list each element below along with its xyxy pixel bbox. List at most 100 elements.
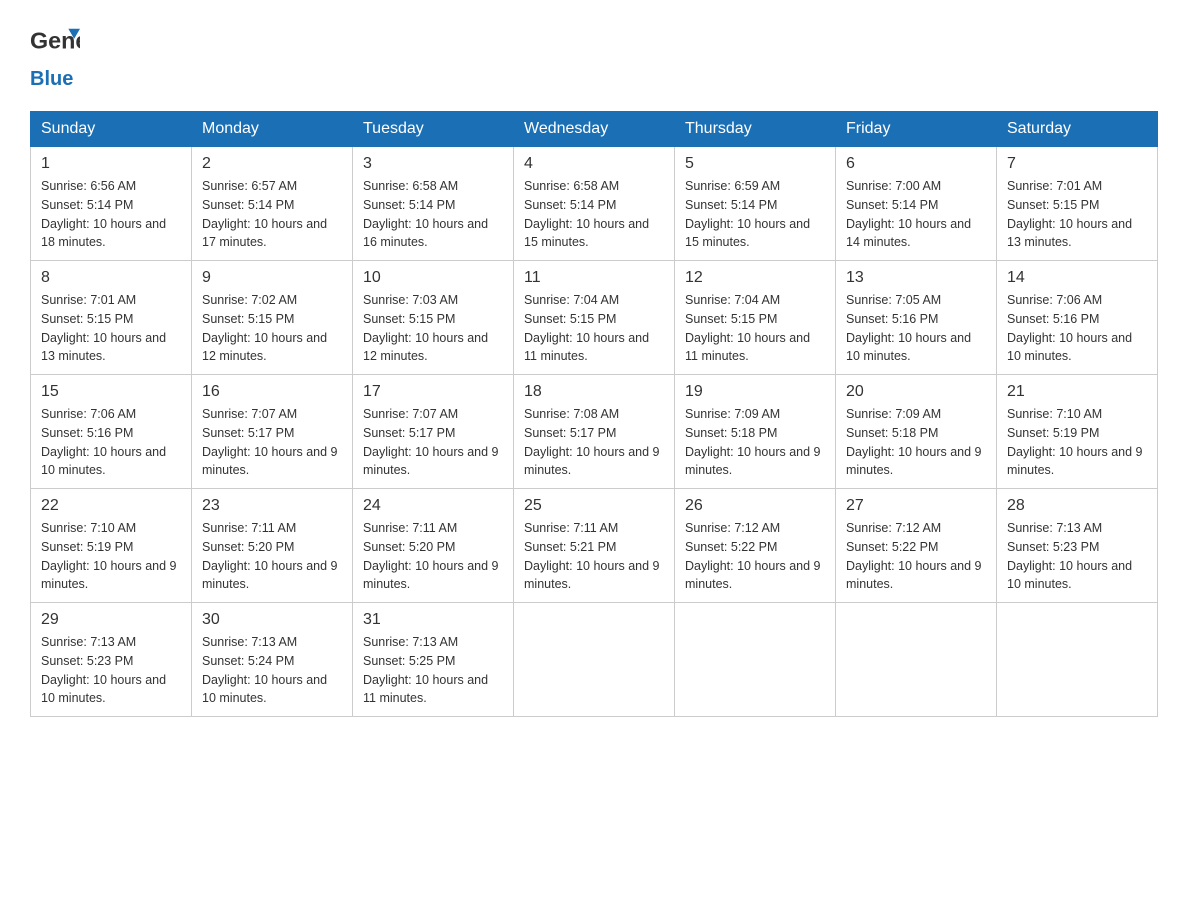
day-number: 20 bbox=[846, 383, 986, 401]
day-cell: 17 Sunrise: 7:07 AM Sunset: 5:17 PM Dayl… bbox=[353, 375, 514, 489]
day-cell: 31 Sunrise: 7:13 AM Sunset: 5:25 PM Dayl… bbox=[353, 603, 514, 717]
day-info: Sunrise: 7:03 AM Sunset: 5:15 PM Dayligh… bbox=[363, 291, 503, 366]
week-row-2: 8 Sunrise: 7:01 AM Sunset: 5:15 PM Dayli… bbox=[31, 261, 1158, 375]
day-number: 23 bbox=[202, 497, 342, 515]
day-info: Sunrise: 6:59 AM Sunset: 5:14 PM Dayligh… bbox=[685, 177, 825, 252]
day-info: Sunrise: 6:57 AM Sunset: 5:14 PM Dayligh… bbox=[202, 177, 342, 252]
day-number: 12 bbox=[685, 269, 825, 287]
day-info: Sunrise: 7:05 AM Sunset: 5:16 PM Dayligh… bbox=[846, 291, 986, 366]
day-info: Sunrise: 7:06 AM Sunset: 5:16 PM Dayligh… bbox=[41, 405, 181, 480]
day-info: Sunrise: 6:58 AM Sunset: 5:14 PM Dayligh… bbox=[524, 177, 664, 252]
logo-icon: General bbox=[30, 20, 80, 70]
day-cell: 24 Sunrise: 7:11 AM Sunset: 5:20 PM Dayl… bbox=[353, 489, 514, 603]
week-row-3: 15 Sunrise: 7:06 AM Sunset: 5:16 PM Dayl… bbox=[31, 375, 1158, 489]
days-header-row: SundayMondayTuesdayWednesdayThursdayFrid… bbox=[31, 112, 1158, 147]
day-cell: 4 Sunrise: 6:58 AM Sunset: 5:14 PM Dayli… bbox=[514, 147, 675, 261]
day-cell: 25 Sunrise: 7:11 AM Sunset: 5:21 PM Dayl… bbox=[514, 489, 675, 603]
header-tuesday: Tuesday bbox=[353, 112, 514, 147]
day-cell: 13 Sunrise: 7:05 AM Sunset: 5:16 PM Dayl… bbox=[836, 261, 997, 375]
day-cell: 21 Sunrise: 7:10 AM Sunset: 5:19 PM Dayl… bbox=[997, 375, 1158, 489]
day-cell: 20 Sunrise: 7:09 AM Sunset: 5:18 PM Dayl… bbox=[836, 375, 997, 489]
week-row-4: 22 Sunrise: 7:10 AM Sunset: 5:19 PM Dayl… bbox=[31, 489, 1158, 603]
day-info: Sunrise: 7:11 AM Sunset: 5:21 PM Dayligh… bbox=[524, 519, 664, 594]
header-wednesday: Wednesday bbox=[514, 112, 675, 147]
day-cell: 29 Sunrise: 7:13 AM Sunset: 5:23 PM Dayl… bbox=[31, 603, 192, 717]
day-number: 21 bbox=[1007, 383, 1147, 401]
day-cell: 6 Sunrise: 7:00 AM Sunset: 5:14 PM Dayli… bbox=[836, 147, 997, 261]
logo: General Blue bbox=[30, 20, 80, 91]
day-cell: 12 Sunrise: 7:04 AM Sunset: 5:15 PM Dayl… bbox=[675, 261, 836, 375]
day-cell: 8 Sunrise: 7:01 AM Sunset: 5:15 PM Dayli… bbox=[31, 261, 192, 375]
day-number: 6 bbox=[846, 155, 986, 173]
day-info: Sunrise: 7:09 AM Sunset: 5:18 PM Dayligh… bbox=[685, 405, 825, 480]
day-number: 31 bbox=[363, 611, 503, 629]
day-cell: 7 Sunrise: 7:01 AM Sunset: 5:15 PM Dayli… bbox=[997, 147, 1158, 261]
day-info: Sunrise: 7:01 AM Sunset: 5:15 PM Dayligh… bbox=[41, 291, 181, 366]
day-cell: 19 Sunrise: 7:09 AM Sunset: 5:18 PM Dayl… bbox=[675, 375, 836, 489]
day-cell: 27 Sunrise: 7:12 AM Sunset: 5:22 PM Dayl… bbox=[836, 489, 997, 603]
day-number: 4 bbox=[524, 155, 664, 173]
page-header: General Blue bbox=[30, 20, 1158, 91]
week-row-1: 1 Sunrise: 6:56 AM Sunset: 5:14 PM Dayli… bbox=[31, 147, 1158, 261]
day-info: Sunrise: 7:13 AM Sunset: 5:25 PM Dayligh… bbox=[363, 633, 503, 708]
day-cell bbox=[997, 603, 1158, 717]
day-info: Sunrise: 7:13 AM Sunset: 5:23 PM Dayligh… bbox=[1007, 519, 1147, 594]
day-number: 1 bbox=[41, 155, 181, 173]
day-info: Sunrise: 7:12 AM Sunset: 5:22 PM Dayligh… bbox=[846, 519, 986, 594]
day-number: 17 bbox=[363, 383, 503, 401]
day-info: Sunrise: 7:04 AM Sunset: 5:15 PM Dayligh… bbox=[524, 291, 664, 366]
day-number: 10 bbox=[363, 269, 503, 287]
day-cell: 1 Sunrise: 6:56 AM Sunset: 5:14 PM Dayli… bbox=[31, 147, 192, 261]
header-monday: Monday bbox=[192, 112, 353, 147]
day-number: 14 bbox=[1007, 269, 1147, 287]
day-number: 5 bbox=[685, 155, 825, 173]
day-cell: 26 Sunrise: 7:12 AM Sunset: 5:22 PM Dayl… bbox=[675, 489, 836, 603]
day-cell: 22 Sunrise: 7:10 AM Sunset: 5:19 PM Dayl… bbox=[31, 489, 192, 603]
day-number: 13 bbox=[846, 269, 986, 287]
day-number: 27 bbox=[846, 497, 986, 515]
day-cell: 3 Sunrise: 6:58 AM Sunset: 5:14 PM Dayli… bbox=[353, 147, 514, 261]
day-cell: 14 Sunrise: 7:06 AM Sunset: 5:16 PM Dayl… bbox=[997, 261, 1158, 375]
day-cell: 28 Sunrise: 7:13 AM Sunset: 5:23 PM Dayl… bbox=[997, 489, 1158, 603]
day-info: Sunrise: 7:13 AM Sunset: 5:23 PM Dayligh… bbox=[41, 633, 181, 708]
header-friday: Friday bbox=[836, 112, 997, 147]
day-number: 2 bbox=[202, 155, 342, 173]
day-cell: 15 Sunrise: 7:06 AM Sunset: 5:16 PM Dayl… bbox=[31, 375, 192, 489]
day-number: 29 bbox=[41, 611, 181, 629]
day-number: 28 bbox=[1007, 497, 1147, 515]
day-info: Sunrise: 7:10 AM Sunset: 5:19 PM Dayligh… bbox=[1007, 405, 1147, 480]
calendar-table: SundayMondayTuesdayWednesdayThursdayFrid… bbox=[30, 111, 1158, 717]
day-info: Sunrise: 7:02 AM Sunset: 5:15 PM Dayligh… bbox=[202, 291, 342, 366]
day-info: Sunrise: 7:09 AM Sunset: 5:18 PM Dayligh… bbox=[846, 405, 986, 480]
header-saturday: Saturday bbox=[997, 112, 1158, 147]
day-number: 7 bbox=[1007, 155, 1147, 173]
day-number: 30 bbox=[202, 611, 342, 629]
day-number: 26 bbox=[685, 497, 825, 515]
day-info: Sunrise: 7:07 AM Sunset: 5:17 PM Dayligh… bbox=[363, 405, 503, 480]
day-number: 15 bbox=[41, 383, 181, 401]
day-cell: 10 Sunrise: 7:03 AM Sunset: 5:15 PM Dayl… bbox=[353, 261, 514, 375]
day-cell: 18 Sunrise: 7:08 AM Sunset: 5:17 PM Dayl… bbox=[514, 375, 675, 489]
day-cell: 16 Sunrise: 7:07 AM Sunset: 5:17 PM Dayl… bbox=[192, 375, 353, 489]
day-cell bbox=[836, 603, 997, 717]
day-info: Sunrise: 7:10 AM Sunset: 5:19 PM Dayligh… bbox=[41, 519, 181, 594]
day-cell bbox=[675, 603, 836, 717]
day-cell: 2 Sunrise: 6:57 AM Sunset: 5:14 PM Dayli… bbox=[192, 147, 353, 261]
day-number: 25 bbox=[524, 497, 664, 515]
day-cell bbox=[514, 603, 675, 717]
day-number: 8 bbox=[41, 269, 181, 287]
day-number: 16 bbox=[202, 383, 342, 401]
day-number: 9 bbox=[202, 269, 342, 287]
header-thursday: Thursday bbox=[675, 112, 836, 147]
day-number: 24 bbox=[363, 497, 503, 515]
day-cell: 11 Sunrise: 7:04 AM Sunset: 5:15 PM Dayl… bbox=[514, 261, 675, 375]
day-info: Sunrise: 7:08 AM Sunset: 5:17 PM Dayligh… bbox=[524, 405, 664, 480]
day-info: Sunrise: 7:12 AM Sunset: 5:22 PM Dayligh… bbox=[685, 519, 825, 594]
day-info: Sunrise: 7:13 AM Sunset: 5:24 PM Dayligh… bbox=[202, 633, 342, 708]
day-cell: 9 Sunrise: 7:02 AM Sunset: 5:15 PM Dayli… bbox=[192, 261, 353, 375]
day-number: 18 bbox=[524, 383, 664, 401]
day-info: Sunrise: 6:58 AM Sunset: 5:14 PM Dayligh… bbox=[363, 177, 503, 252]
day-info: Sunrise: 7:04 AM Sunset: 5:15 PM Dayligh… bbox=[685, 291, 825, 366]
day-number: 11 bbox=[524, 269, 664, 287]
logo-blue-text: Blue bbox=[30, 68, 73, 91]
